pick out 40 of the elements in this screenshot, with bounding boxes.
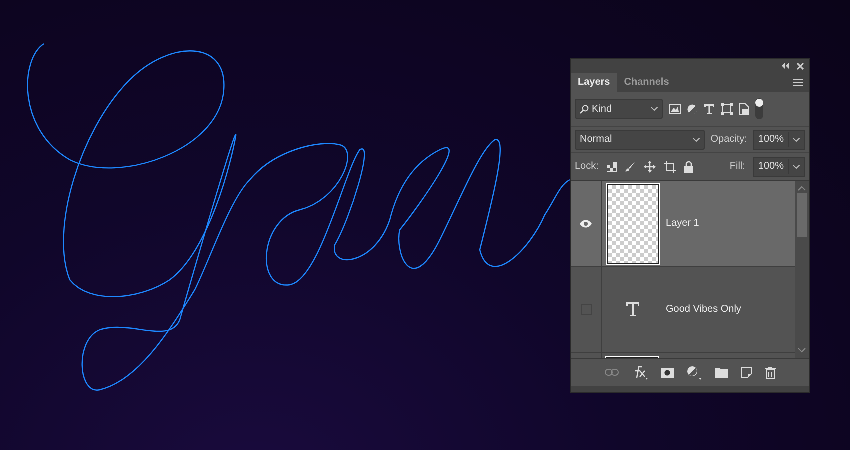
chevron-icon: [651, 107, 658, 111]
folder-icon[interactable]: [714, 368, 728, 378]
smart-object-icon[interactable]: [739, 103, 749, 115]
scrollbar-thumb[interactable]: [797, 193, 807, 237]
type-icon: [626, 302, 640, 317]
shape-icon[interactable]: [721, 103, 733, 115]
layer-name: Layer 1: [666, 217, 700, 231]
image-icon[interactable]: [669, 104, 681, 114]
type-icon[interactable]: [704, 104, 715, 114]
lock-icon[interactable]: [684, 160, 694, 172]
layer-row[interactable]: Layer 1: [571, 181, 795, 267]
chevron-icon: [692, 138, 700, 142]
opacity-label: Opacity:: [710, 133, 748, 147]
layer-name: Good Vibes Only: [666, 303, 742, 317]
fill-label: Fill:: [730, 160, 746, 174]
search-icon: [580, 104, 589, 114]
adjustment-icon[interactable]: [686, 366, 702, 380]
blend-mode-dropdown[interactable]: Normal: [575, 130, 705, 150]
filter-toggle-icon[interactable]: [755, 98, 764, 120]
opacity-field[interactable]: 100%: [753, 130, 805, 150]
chevron-icon: [793, 138, 800, 142]
new-layer-icon[interactable]: [740, 367, 752, 378]
mask-icon[interactable]: [660, 368, 674, 378]
menu-icon[interactable]: [793, 78, 803, 86]
chevron-icon: [793, 164, 800, 168]
collapse-icon[interactable]: [782, 63, 789, 69]
move-icon[interactable]: [644, 160, 656, 172]
panel-tab[interactable]: Channels: [617, 73, 676, 92]
trash-icon[interactable]: [764, 366, 776, 378]
scroll-up-icon[interactable]: [798, 186, 806, 191]
close-icon[interactable]: [797, 62, 804, 70]
eye-icon[interactable]: [580, 220, 592, 228]
panel-tab[interactable]: Layers: [571, 73, 618, 92]
fill-field[interactable]: 100%: [753, 156, 805, 176]
adjustment-icon[interactable]: [687, 104, 698, 114]
lock-label: Lock:: [575, 160, 599, 174]
scroll-down-icon[interactable]: [798, 348, 806, 353]
filter-dropdown[interactable]: Kind: [575, 99, 663, 119]
brush-icon[interactable]: [624, 161, 636, 172]
crop-icon[interactable]: [664, 160, 676, 172]
